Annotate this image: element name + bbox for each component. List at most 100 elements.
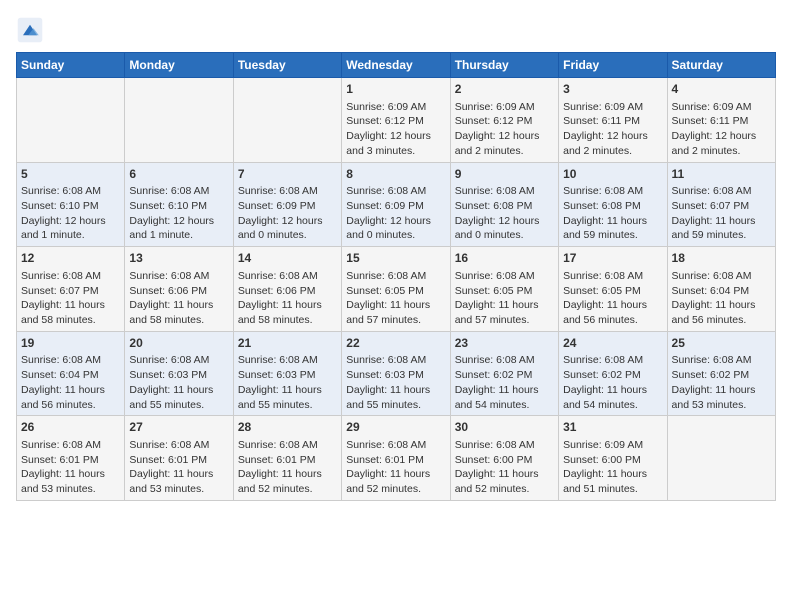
day-info: Sunrise: 6:08 AMSunset: 6:09 PMDaylight:…	[346, 184, 445, 243]
day-info: Sunrise: 6:09 AMSunset: 6:12 PMDaylight:…	[346, 100, 445, 159]
calendar-week-row: 26Sunrise: 6:08 AMSunset: 6:01 PMDayligh…	[17, 416, 776, 501]
calendar-cell: 1 Sunrise: 6:09 AMSunset: 6:12 PMDaylight…	[342, 78, 450, 163]
day-info: Sunrise: 6:08 AMSunset: 6:00 PMDaylight:…	[455, 438, 554, 497]
weekday-header: Tuesday	[233, 53, 341, 78]
weekday-header: Thursday	[450, 53, 558, 78]
day-info: Sunrise: 6:08 AMSunset: 6:07 PMDaylight:…	[672, 184, 771, 243]
day-number: 7	[238, 166, 337, 183]
day-info: Sunrise: 6:08 AMSunset: 6:03 PMDaylight:…	[238, 353, 337, 412]
weekday-header: Friday	[559, 53, 667, 78]
weekday-header: Wednesday	[342, 53, 450, 78]
day-number: 11	[672, 166, 771, 183]
calendar-cell: 6Sunrise: 6:08 AMSunset: 6:10 PMDaylight…	[125, 162, 233, 247]
day-number: 5	[21, 166, 120, 183]
day-info: Sunrise: 6:08 AMSunset: 6:02 PMDaylight:…	[563, 353, 662, 412]
calendar-cell: 15 Sunrise: 6:08 AMSunset: 6:05 PMDayligh…	[342, 247, 450, 332]
day-info: Sunrise: 6:08 AMSunset: 6:01 PMDaylight:…	[129, 438, 228, 497]
calendar-cell: 16 Sunrise: 6:08 AMSunset: 6:05 PMDayligh…	[450, 247, 558, 332]
calendar-cell: 11Sunrise: 6:08 AMSunset: 6:07 PMDayligh…	[667, 162, 775, 247]
day-number: 4	[672, 81, 771, 98]
day-info: Sunrise: 6:08 AMSunset: 6:04 PMDaylight:…	[672, 269, 771, 328]
day-number: 12	[21, 250, 120, 267]
calendar-cell: 13 Sunrise: 6:08 AMSunset: 6:06 PMDayligh…	[125, 247, 233, 332]
calendar-cell: 22Sunrise: 6:08 AMSunset: 6:03 PMDayligh…	[342, 331, 450, 416]
day-number: 28	[238, 419, 337, 436]
day-number: 8	[346, 166, 445, 183]
calendar-cell: 23Sunrise: 6:08 AMSunset: 6:02 PMDayligh…	[450, 331, 558, 416]
calendar-cell: 8Sunrise: 6:08 AMSunset: 6:09 PMDaylight…	[342, 162, 450, 247]
calendar-cell: 2 Sunrise: 6:09 AMSunset: 6:12 PMDaylight…	[450, 78, 558, 163]
day-number: 21	[238, 335, 337, 352]
day-info: Sunrise: 6:09 AMSunset: 6:12 PMDaylight:…	[455, 100, 554, 159]
day-number: 27	[129, 419, 228, 436]
logo	[16, 16, 46, 44]
day-info: Sunrise: 6:08 AMSunset: 6:05 PMDaylight:…	[563, 269, 662, 328]
day-info: Sunrise: 6:08 AMSunset: 6:06 PMDaylight:…	[129, 269, 228, 328]
calendar-cell: 24Sunrise: 6:08 AMSunset: 6:02 PMDayligh…	[559, 331, 667, 416]
calendar-cell: 25Sunrise: 6:08 AMSunset: 6:02 PMDayligh…	[667, 331, 775, 416]
calendar-cell: 30 Sunrise: 6:08 AMSunset: 6:00 PMDayligh…	[450, 416, 558, 501]
day-number: 24	[563, 335, 662, 352]
day-number: 18	[672, 250, 771, 267]
weekday-header-row: SundayMondayTuesdayWednesdayThursdayFrid…	[17, 53, 776, 78]
calendar-cell: 19Sunrise: 6:08 AMSunset: 6:04 PMDayligh…	[17, 331, 125, 416]
calendar-week-row: 5Sunrise: 6:08 AMSunset: 6:10 PMDaylight…	[17, 162, 776, 247]
calendar-cell: 14Sunrise: 6:08 AMSunset: 6:06 PMDayligh…	[233, 247, 341, 332]
day-info: Sunrise: 6:08 AMSunset: 6:05 PMDaylight:…	[346, 269, 445, 328]
calendar-cell	[17, 78, 125, 163]
day-number: 6	[129, 166, 228, 183]
day-number: 20	[129, 335, 228, 352]
calendar-cell: 5Sunrise: 6:08 AMSunset: 6:10 PMDaylight…	[17, 162, 125, 247]
day-info: Sunrise: 6:08 AMSunset: 6:04 PMDaylight:…	[21, 353, 120, 412]
calendar-table: SundayMondayTuesdayWednesdayThursdayFrid…	[16, 52, 776, 501]
calendar-cell: 7Sunrise: 6:08 AMSunset: 6:09 PMDaylight…	[233, 162, 341, 247]
calendar-cell: 18 Sunrise: 6:08 AMSunset: 6:04 PMDayligh…	[667, 247, 775, 332]
weekday-header: Saturday	[667, 53, 775, 78]
day-number: 19	[21, 335, 120, 352]
day-info: Sunrise: 6:08 AMSunset: 6:02 PMDaylight:…	[455, 353, 554, 412]
day-number: 1	[346, 81, 445, 98]
day-number: 31	[563, 419, 662, 436]
day-info: Sunrise: 6:08 AMSunset: 6:03 PMDaylight:…	[129, 353, 228, 412]
day-info: Sunrise: 6:08 AMSunset: 6:08 PMDaylight:…	[563, 184, 662, 243]
calendar-week-row: 1 Sunrise: 6:09 AMSunset: 6:12 PMDaylight…	[17, 78, 776, 163]
calendar-cell: 31Sunrise: 6:09 AMSunset: 6:00 PMDayligh…	[559, 416, 667, 501]
day-number: 30	[455, 419, 554, 436]
day-number: 23	[455, 335, 554, 352]
day-number: 3	[563, 81, 662, 98]
calendar-cell: 12 Sunrise: 6:08 AMSunset: 6:07 PMDayligh…	[17, 247, 125, 332]
day-number: 25	[672, 335, 771, 352]
day-number: 2	[455, 81, 554, 98]
day-info: Sunrise: 6:08 AMSunset: 6:03 PMDaylight:…	[346, 353, 445, 412]
calendar-cell: 27 Sunrise: 6:08 AMSunset: 6:01 PMDayligh…	[125, 416, 233, 501]
calendar-cell: 29Sunrise: 6:08 AMSunset: 6:01 PMDayligh…	[342, 416, 450, 501]
day-number: 13	[129, 250, 228, 267]
calendar-cell: 10Sunrise: 6:08 AMSunset: 6:08 PMDayligh…	[559, 162, 667, 247]
day-number: 22	[346, 335, 445, 352]
day-info: Sunrise: 6:08 AMSunset: 6:01 PMDaylight:…	[238, 438, 337, 497]
day-info: Sunrise: 6:08 AMSunset: 6:02 PMDaylight:…	[672, 353, 771, 412]
calendar-cell: 9Sunrise: 6:08 AMSunset: 6:08 PMDaylight…	[450, 162, 558, 247]
day-info: Sunrise: 6:08 AMSunset: 6:05 PMDaylight:…	[455, 269, 554, 328]
weekday-header: Sunday	[17, 53, 125, 78]
calendar-cell	[667, 416, 775, 501]
day-number: 29	[346, 419, 445, 436]
day-number: 15	[346, 250, 445, 267]
day-info: Sunrise: 6:08 AMSunset: 6:07 PMDaylight:…	[21, 269, 120, 328]
calendar-week-row: 12 Sunrise: 6:08 AMSunset: 6:07 PMDayligh…	[17, 247, 776, 332]
day-number: 16	[455, 250, 554, 267]
day-info: Sunrise: 6:09 AMSunset: 6:11 PMDaylight:…	[672, 100, 771, 159]
day-number: 9	[455, 166, 554, 183]
logo-icon	[16, 16, 44, 44]
day-info: Sunrise: 6:08 AMSunset: 6:10 PMDaylight:…	[129, 184, 228, 243]
day-number: 14	[238, 250, 337, 267]
calendar-cell	[233, 78, 341, 163]
calendar-cell: 3 Sunrise: 6:09 AMSunset: 6:11 PMDaylight…	[559, 78, 667, 163]
calendar-cell: 4 Sunrise: 6:09 AMSunset: 6:11 PMDaylight…	[667, 78, 775, 163]
day-info: Sunrise: 6:08 AMSunset: 6:10 PMDaylight:…	[21, 184, 120, 243]
day-number: 17	[563, 250, 662, 267]
calendar-cell: 17 Sunrise: 6:08 AMSunset: 6:05 PMDayligh…	[559, 247, 667, 332]
day-info: Sunrise: 6:09 AMSunset: 6:11 PMDaylight:…	[563, 100, 662, 159]
calendar-week-row: 19Sunrise: 6:08 AMSunset: 6:04 PMDayligh…	[17, 331, 776, 416]
calendar-cell: 20Sunrise: 6:08 AMSunset: 6:03 PMDayligh…	[125, 331, 233, 416]
